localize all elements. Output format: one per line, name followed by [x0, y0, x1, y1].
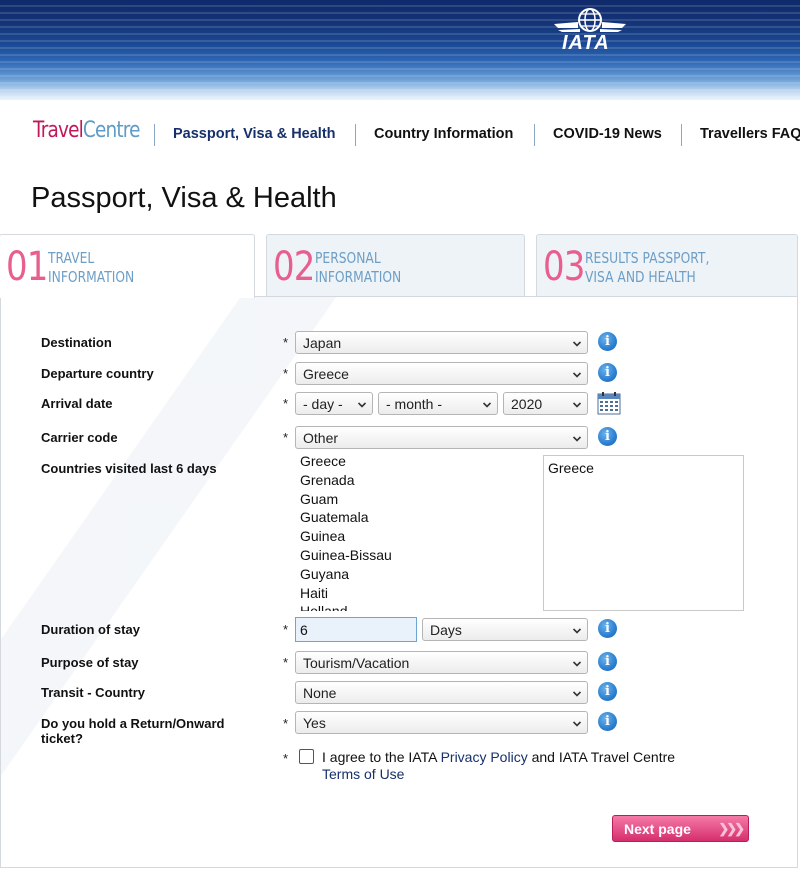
return-ticket-label: Do you hold a Return/Onward ticket?: [41, 716, 225, 746]
chevron-down-icon: [573, 661, 581, 667]
nav-divider: [534, 124, 535, 146]
carrier-label: Carrier code: [41, 430, 118, 445]
agree-text: I agree to the IATA Privacy Policy and I…: [322, 749, 676, 782]
duration-info-icon[interactable]: i: [598, 619, 617, 638]
chevron-down-icon: [483, 402, 491, 408]
transit-info-icon[interactable]: i: [598, 682, 617, 701]
required-marker: *: [283, 335, 289, 350]
calendar-icon[interactable]: [597, 391, 621, 415]
duration-label: Duration of stay: [41, 622, 140, 637]
main-nav: TravelCentre Passport, Visa & Health Cou…: [0, 116, 800, 152]
carrier-select[interactable]: Other: [295, 426, 588, 449]
nav-travellers-faq[interactable]: Travellers FAQ: [700, 126, 800, 142]
chevron-down-icon: [573, 436, 581, 442]
purpose-label: Purpose of stay: [41, 655, 139, 670]
list-item[interactable]: Greece: [544, 456, 743, 476]
chevron-down-icon: [573, 721, 581, 727]
list-item[interactable]: Guinea-Bissau: [295, 546, 536, 565]
required-marker: *: [283, 366, 289, 381]
nav-country-information[interactable]: Country Information: [374, 126, 513, 142]
terms-of-use-link[interactable]: Terms of Use: [322, 766, 404, 782]
departure-label: Departure country: [41, 366, 154, 381]
nav-divider: [154, 124, 155, 146]
step-personal-information[interactable]: 02 Personal Information: [266, 234, 525, 296]
chevron-down-icon: [573, 341, 581, 347]
required-marker: *: [283, 716, 289, 731]
destination-select[interactable]: Japan: [295, 331, 588, 354]
next-page-button[interactable]: Next page ❯❯❯: [612, 815, 749, 842]
transit-label: Transit - Country: [41, 685, 146, 700]
chevron-down-icon: [573, 372, 581, 378]
chevron-down-icon: [573, 628, 581, 634]
banner-stripes: [0, 0, 800, 100]
nav-divider: [355, 124, 356, 146]
required-marker: *: [283, 655, 289, 670]
required-marker: *: [283, 622, 289, 637]
step-label: Personal Information: [315, 249, 402, 286]
arrival-month-select[interactable]: - month -: [378, 392, 498, 415]
departure-select[interactable]: Greece: [295, 362, 588, 385]
arrival-year-select[interactable]: 2020: [503, 392, 588, 415]
list-item[interactable]: Holland: [295, 602, 536, 611]
list-item[interactable]: Grenada: [295, 471, 536, 490]
transit-select[interactable]: None: [295, 681, 588, 704]
arrival-label: Arrival date: [41, 396, 113, 411]
chevron-down-icon: [573, 691, 581, 697]
destination-info-icon[interactable]: i: [598, 332, 617, 351]
step-travel-information[interactable]: 01 Travel Information: [0, 234, 255, 298]
page-title: Passport, Visa & Health: [31, 182, 337, 214]
list-item[interactable]: Guinea: [295, 527, 536, 546]
countries-visited-list[interactable]: Greece Grenada Guam Guatemala Guinea Gui…: [295, 455, 536, 611]
required-marker: *: [283, 430, 289, 445]
countries-visited-label: Countries visited last 6 days: [41, 461, 217, 476]
destination-label: Destination: [41, 335, 112, 350]
step-tabs: 01 Travel Information 02 Personal Inform…: [0, 234, 800, 298]
selected-countries-list[interactable]: Greece: [543, 455, 744, 611]
step-label: Results Passport, Visa and Health: [585, 249, 710, 286]
purpose-select[interactable]: Tourism/Vacation: [295, 651, 588, 674]
chevron-down-icon: [573, 402, 581, 408]
list-item[interactable]: Guyana: [295, 565, 536, 584]
step-number: 01: [6, 244, 48, 290]
list-item[interactable]: Guam: [295, 490, 536, 509]
header-banner: IATA: [0, 0, 800, 100]
travelcentre-logo[interactable]: TravelCentre: [33, 118, 140, 143]
required-marker: *: [283, 396, 289, 411]
iata-logo-text: IATA: [562, 32, 610, 54]
chevron-down-icon: [358, 402, 366, 408]
duration-input[interactable]: 6: [295, 617, 417, 642]
return-ticket-select[interactable]: Yes: [295, 711, 588, 734]
nav-divider: [681, 124, 682, 146]
required-marker: *: [283, 751, 289, 766]
purpose-info-icon[interactable]: i: [598, 652, 617, 671]
step-label: Travel Information: [48, 249, 135, 286]
list-item[interactable]: Greece: [295, 455, 536, 471]
agree-checkbox[interactable]: [299, 749, 314, 764]
return-ticket-info-icon[interactable]: i: [598, 712, 617, 731]
step-number: 03: [543, 244, 585, 290]
nav-covid-news[interactable]: COVID-19 News: [553, 126, 662, 142]
carrier-info-icon[interactable]: i: [598, 427, 617, 446]
nav-passport-visa-health[interactable]: Passport, Visa & Health: [173, 126, 336, 142]
duration-unit-select[interactable]: Days: [422, 618, 588, 641]
privacy-policy-link[interactable]: Privacy Policy: [441, 749, 528, 765]
step-number: 02: [273, 244, 315, 290]
list-item[interactable]: Guatemala: [295, 508, 536, 527]
step-results[interactable]: 03 Results Passport, Visa and Health: [536, 234, 798, 296]
chevrons-right-icon: ❯❯❯: [718, 821, 745, 836]
departure-info-icon[interactable]: i: [598, 363, 617, 382]
arrival-day-select[interactable]: - day -: [295, 392, 373, 415]
list-item[interactable]: Haiti: [295, 584, 536, 603]
